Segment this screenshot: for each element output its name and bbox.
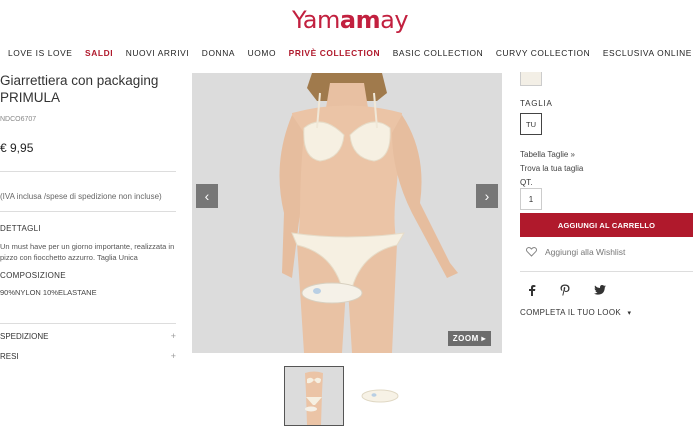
accordion-label: SPEDIZIONE (0, 331, 49, 341)
pinterest-icon[interactable] (560, 284, 570, 296)
find-size-link[interactable]: Trova la tua taglia (520, 164, 693, 173)
product-price: € 9,95 (0, 141, 34, 155)
chevron-right-icon: › (484, 188, 490, 204)
nav-item[interactable]: ESCLUSIVA ONLINE (603, 48, 692, 62)
product-title: Giarrettiera con packaging PRIMULA (0, 73, 159, 105)
twitter-icon[interactable] (594, 285, 606, 295)
nav-item[interactable]: DONNA (202, 48, 235, 62)
vat-note: (IVA inclusa /spese di spedizione non in… (0, 192, 162, 201)
product-description: Un must have per un giorno importante, r… (0, 242, 175, 262)
wishlist-label: Aggiungi alla Wishlist (545, 247, 626, 257)
wishlist-button[interactable]: Aggiungi alla Wishlist (520, 247, 693, 257)
thumb-garter-photo (350, 366, 410, 426)
accordion-returns[interactable]: RESI + (0, 346, 176, 366)
plus-icon: + (170, 351, 176, 361)
product-info: Giarrettiera con packaging PRIMULA NDCO6… (0, 72, 176, 366)
divider (0, 171, 176, 172)
chevron-down-icon: ▾ (627, 310, 632, 317)
nav-item[interactable]: BASIC COLLECTION (393, 48, 484, 62)
composition-value: 90%NYLON 10%ELASTANE (0, 288, 97, 297)
complete-look-toggle[interactable]: COMPLETA IL TUO LOOK ▾ (520, 308, 693, 317)
purchase-panel: TAGLIA TU Tabella Taglie » Trova la tua … (520, 72, 693, 317)
heart-icon (526, 247, 537, 257)
size-label: TAGLIA (520, 99, 553, 108)
quantity-label: QT. (520, 178, 533, 187)
model-photo (192, 73, 502, 353)
facebook-icon[interactable] (528, 284, 536, 296)
details-heading: DETTAGLI (0, 224, 41, 233)
product-sku: NDCO6707 (0, 116, 37, 123)
nav-item[interactable]: PRIVÈ COLLECTION (289, 48, 381, 62)
divider (0, 211, 176, 212)
nav-item[interactable]: UOMO (248, 48, 276, 62)
nav-item[interactable]: CURVY COLLECTION (496, 48, 590, 62)
brand-logo[interactable]: Yamamay (0, 6, 700, 34)
nav-item[interactable]: NUOVI ARRIVI (126, 48, 190, 62)
accordion-shipping[interactable]: SPEDIZIONE + (0, 326, 176, 346)
zoom-button[interactable]: ZOOM ▸ (447, 331, 491, 346)
plus-icon: + (170, 331, 176, 341)
accordion-label: RESI (0, 351, 19, 361)
social-share (520, 284, 693, 296)
main-nav: LOVE IS LOVE SALDI NUOVI ARRIVI DONNA UOMO PR… (0, 48, 700, 62)
product-main-image[interactable]: ‹ › ZOOM ▸ (192, 73, 502, 353)
thumbnail-2[interactable] (350, 366, 410, 426)
zoom-label: ZOOM (452, 334, 479, 343)
divider (520, 271, 693, 272)
thumbnail-1[interactable] (284, 366, 344, 426)
next-image-button[interactable]: › (476, 184, 498, 208)
nav-item[interactable]: SALDI (85, 48, 113, 62)
size-option[interactable]: TU (520, 113, 542, 135)
logo-mid: am (339, 6, 381, 34)
size-chart-link[interactable]: Tabella Taglie » (520, 150, 693, 159)
color-swatch[interactable] (520, 72, 542, 86)
quantity-input[interactable]: 1 (520, 188, 542, 210)
logo-post: ay (380, 6, 409, 34)
add-to-cart-button[interactable]: AGGIUNGI AL CARRELLO (520, 213, 693, 237)
nav-item[interactable]: LOVE IS LOVE (8, 48, 72, 62)
prev-image-button[interactable]: ‹ (196, 184, 218, 208)
complete-look-label: COMPLETA IL TUO LOOK (520, 308, 621, 317)
arrow-right-icon: ▸ (481, 334, 486, 343)
logo-pre: Yam (291, 6, 340, 34)
thumb-model-photo (285, 367, 343, 425)
chevron-left-icon: ‹ (204, 188, 210, 204)
divider (0, 323, 176, 324)
composition-heading: COMPOSIZIONE (0, 271, 66, 280)
